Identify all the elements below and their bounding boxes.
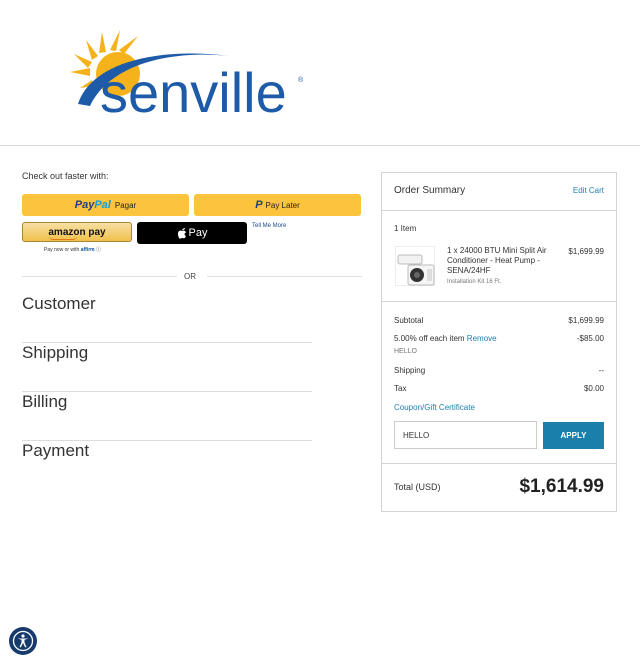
tax-label: Tax [394,384,407,393]
edit-cart-link[interactable]: Edit Cart [573,186,604,195]
paypal-button-label: Pagar [114,200,137,210]
order-summary-title: Order Summary [394,185,466,196]
product-option: Installation Kit 16 Ft. [447,279,502,285]
step-customer[interactable]: Customer [22,294,312,343]
product-price: $1,699.99 [568,247,604,256]
divider [382,463,616,464]
total-value: $1,614.99 [519,476,604,497]
logo-wordmark: senville [100,61,287,124]
order-summary: Order Summary Edit Cart 1 Item 1 x 24000… [381,172,617,512]
coupon-gift-certificate-link[interactable]: Coupon/Gift Certificate [394,403,475,412]
discount-row: 5.00% off each item Remove [394,334,497,343]
amazon-pay-button[interactable]: amazon pay [22,222,132,242]
registered-mark: ® [298,76,304,84]
paypal-pay-later-button[interactable]: P Pay Later [194,194,361,216]
shipping-value: -- [598,366,604,375]
step-billing-label: Billing [22,392,68,411]
total-label: Total (USD) [394,482,441,492]
apple-pay-label: Pay [188,227,208,239]
paypal-button[interactable]: Pay Pal Pagar [22,194,189,216]
step-billing[interactable]: Billing [22,392,312,441]
accessibility-button[interactable] [9,627,37,655]
tax-value: $0.00 [583,384,604,393]
apply-coupon-button[interactable]: APPLY [543,422,604,449]
step-shipping-label: Shipping [22,343,89,362]
or-line-right [207,276,362,277]
discount-value: -$85.00 [576,334,604,343]
or-line-left [22,276,177,277]
express-checkout-heading: Check out faster with: [22,171,109,181]
affirm-note: Pay now or with affirm ⓘ [44,246,101,253]
discount-label: 5.00% off each item [394,334,465,343]
accessibility-icon [12,630,34,652]
apple-pay-button[interactable]: Pay [137,222,247,244]
shipping-label: Shipping [394,366,426,375]
step-payment-label: Payment [22,441,90,460]
paypal-brand-pay: Pay [74,199,95,211]
paypal-brand-pal: Pal [94,199,111,211]
step-shipping[interactable]: Shipping [22,343,312,392]
coupon-code-input[interactable] [394,421,537,449]
subtotal-label: Subtotal [394,316,424,325]
pay-later-label: Pay Later [265,200,300,210]
subtotal-value: $1,699.99 [568,316,604,325]
step-customer-label: Customer [22,294,96,313]
paypal-icon: P [255,199,263,211]
senville-logo-graphic: senville ® [70,30,304,124]
affirm-brand: affirm [80,247,95,253]
apple-icon [177,228,186,239]
or-divider: OR [22,272,362,282]
or-label: OR [184,272,196,281]
mini-split-unit-icon [397,254,435,286]
discount-code: HELLO [394,348,417,355]
product-name: 1 x 24000 BTU Mini Split Air Conditioner… [447,246,547,275]
remove-discount-link[interactable]: Remove [467,334,497,343]
info-icon[interactable]: ⓘ [96,247,101,253]
site-header: senville ® [0,0,640,146]
order-summary-header: Order Summary Edit Cart [382,173,616,211]
tell-me-more-link[interactable]: Tell Me More [252,223,286,229]
divider [382,301,616,302]
amazon-smile-icon [49,236,77,240]
items-count: 1 Item [394,224,417,233]
product-image [395,246,435,286]
affirm-prefix: Pay now or with [44,247,80,253]
senville-logo[interactable]: senville ® [60,26,310,126]
step-payment[interactable]: Payment [22,441,312,490]
